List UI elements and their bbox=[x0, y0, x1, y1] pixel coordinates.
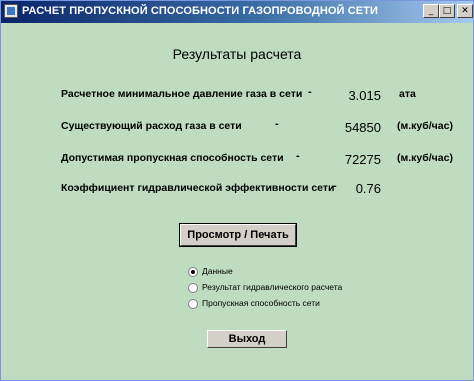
efficiency-dash: - bbox=[333, 180, 337, 192]
maximize-button[interactable]: □ bbox=[439, 4, 455, 18]
exit-button[interactable]: Выход bbox=[207, 330, 287, 348]
results-panel: Результаты расчета Расчетное минимальное… bbox=[3, 24, 471, 378]
gas-flow-dash: - bbox=[275, 118, 279, 130]
app-window: РАСЧЕТ ПРОПУСКНОЙ СПОСОБНОСТИ ГАЗОПРОВОД… bbox=[0, 0, 474, 381]
gas-flow-label: Существующий расход газа в сети bbox=[61, 120, 242, 132]
efficiency-label: Коэффициент гидравлической эффективности… bbox=[61, 182, 335, 194]
window-title: РАСЧЕТ ПРОПУСКНОЙ СПОСОБНОСТИ ГАЗОПРОВОД… bbox=[22, 5, 378, 17]
radio-indicator[interactable] bbox=[188, 283, 198, 293]
min-pressure-dash: - bbox=[308, 86, 312, 98]
report-option-label[interactable]: Пропускная способность сети bbox=[202, 298, 320, 308]
min-pressure-label: Расчетное минимальное давление газа в се… bbox=[61, 88, 303, 100]
capacity-unit: (м.куб/час) bbox=[397, 152, 453, 164]
report-option-label[interactable]: Результат гидравлического расчета bbox=[202, 282, 342, 292]
efficiency-value: 0.76 bbox=[355, 181, 381, 196]
page-title: Результаты расчета bbox=[172, 46, 302, 62]
close-button[interactable]: ✕ bbox=[457, 4, 473, 18]
min-pressure-value: 3.015 bbox=[348, 88, 381, 103]
radio-indicator[interactable] bbox=[188, 267, 198, 277]
app-icon[interactable] bbox=[4, 4, 18, 18]
min-pressure-unit: ата bbox=[399, 88, 416, 100]
print-preview-button[interactable]: Просмотр / Печать bbox=[179, 223, 297, 247]
capacity-dash: - bbox=[296, 150, 300, 162]
capacity-label: Допустимая пропускная способность сети bbox=[61, 152, 284, 164]
report-option-label[interactable]: Данные bbox=[202, 266, 233, 276]
gas-flow-value: 54850 bbox=[344, 120, 381, 135]
gas-flow-unit: (м.куб/час) bbox=[397, 120, 453, 132]
radio-indicator[interactable] bbox=[188, 299, 198, 309]
capacity-value: 72275 bbox=[344, 152, 381, 167]
minimize-button[interactable]: _ bbox=[423, 4, 439, 18]
title-bar[interactable]: РАСЧЕТ ПРОПУСКНОЙ СПОСОБНОСТИ ГАЗОПРОВОД… bbox=[1, 1, 473, 23]
